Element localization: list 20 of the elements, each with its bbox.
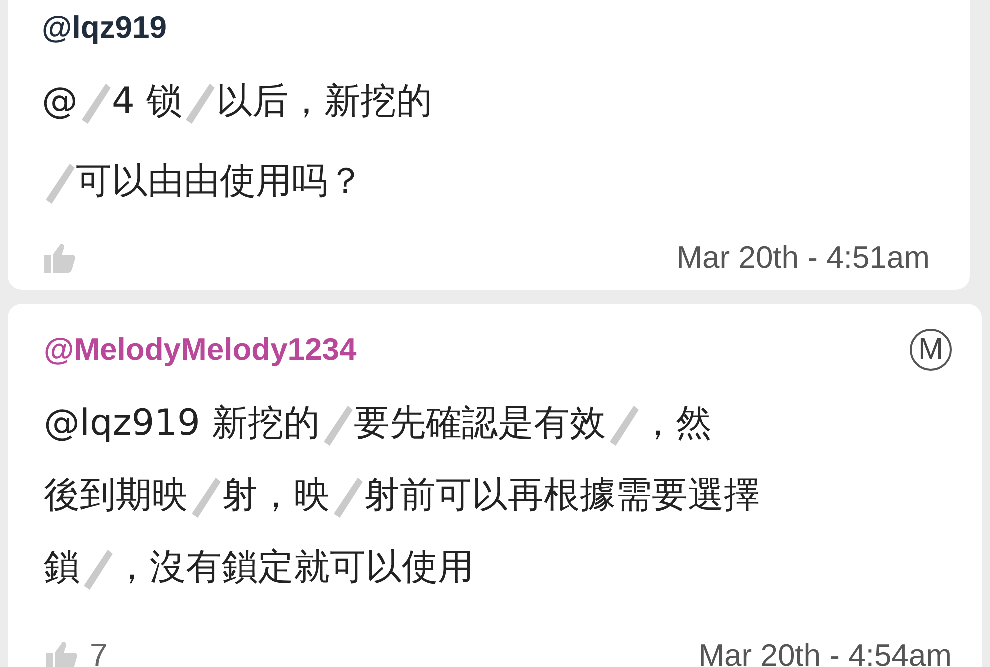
comment-text: 鎖	[44, 547, 80, 588]
comment-text: 射前可以再根據需要選擇	[364, 475, 760, 516]
comment-text: 射，映	[222, 475, 330, 516]
comment-text: 可以由由使用吗？	[76, 161, 364, 202]
like-count: 7	[90, 637, 108, 667]
comment-text: 後到期映	[44, 475, 188, 516]
comment-username[interactable]: @lqz919	[42, 10, 167, 46]
thumbs-up-icon[interactable]	[44, 640, 80, 667]
comment-text: 以后，新挖的	[216, 81, 432, 122]
comment-text: 要先確認是有效	[354, 403, 606, 444]
comment-text: ，然	[640, 403, 712, 444]
comment-text: ，沒有鎖定就可以使用	[114, 547, 474, 588]
comment-text: @	[42, 81, 78, 122]
comment-username[interactable]: @MelodyMelody1234	[44, 332, 357, 368]
author-badge: M	[910, 329, 952, 371]
comment-text: @lqz919 新挖的	[44, 403, 320, 444]
thumbs-up-icon[interactable]	[42, 242, 78, 274]
comment-text: 4 锁	[112, 81, 182, 122]
comment-timestamp: Mar 20th - 4:51am	[676, 240, 930, 276]
comment-timestamp: Mar 20th - 4:54am	[698, 638, 952, 667]
